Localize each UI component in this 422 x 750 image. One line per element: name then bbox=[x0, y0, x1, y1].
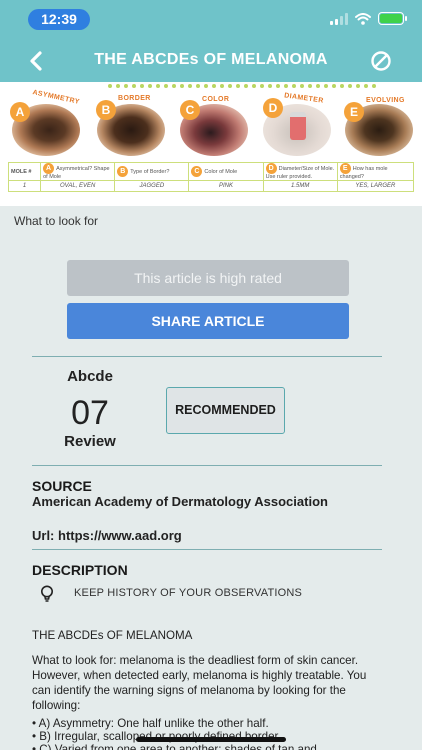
table-value-d: 1.5MM bbox=[262, 180, 338, 192]
letter-a-mini: A bbox=[43, 163, 55, 174]
eraser-scale-icon bbox=[290, 112, 306, 140]
table-value-b: JAGGED bbox=[114, 180, 190, 192]
label-evolving: EVOLVING bbox=[366, 97, 405, 104]
label-color: COLOR bbox=[202, 96, 230, 103]
share-article-button[interactable]: SHARE ARTICLE bbox=[67, 303, 349, 339]
label-asymmetry: ASYMMETRY bbox=[31, 89, 81, 106]
table-row-num: 1 bbox=[7, 180, 42, 192]
home-indicator bbox=[136, 737, 286, 742]
table-head-mole: MOLE # bbox=[7, 162, 42, 181]
lightbulb-icon bbox=[41, 585, 53, 602]
status-icons bbox=[330, 12, 407, 25]
image-caption: What to look for bbox=[14, 214, 99, 228]
table-value-e: YES, LARGER bbox=[336, 180, 415, 192]
divider bbox=[32, 356, 382, 357]
high-rated-button[interactable]: This article is high rated bbox=[67, 260, 349, 296]
source-heading: SOURCE bbox=[32, 478, 92, 494]
chevron-left-icon[interactable] bbox=[26, 50, 48, 72]
nav-bar: THE ABCDEs OF MELANOMA bbox=[0, 42, 422, 80]
table-value-c: PINK bbox=[188, 180, 264, 192]
letter-badge-e: E bbox=[344, 102, 364, 122]
label-border: BORDER bbox=[118, 95, 151, 102]
source-url[interactable]: Url: https://www.aad.org bbox=[32, 528, 362, 544]
keep-history-link[interactable]: KEEP HISTORY OF YOUR OBSERVATIONS bbox=[74, 587, 302, 599]
letter-badge-b: B bbox=[96, 100, 116, 120]
review-label-bottom: Review bbox=[64, 433, 116, 450]
label-diameter: DIAMETER bbox=[283, 92, 325, 105]
source-org: American Academy of Dermatology Associat… bbox=[32, 494, 328, 509]
review-label-top: Abcde bbox=[67, 368, 113, 385]
review-count: 07 bbox=[71, 394, 109, 432]
app-header: 12:39 THE ABCDEs OF MELANOMA bbox=[0, 0, 422, 82]
status-time: 12:39 bbox=[28, 9, 90, 30]
table-cell-b: Type of Border? bbox=[130, 168, 170, 175]
letter-d-mini: D bbox=[265, 163, 277, 174]
divider bbox=[32, 465, 382, 466]
letter-badge-c: C bbox=[180, 100, 200, 120]
wifi-icon bbox=[355, 12, 371, 25]
letter-c-mini: C bbox=[191, 166, 203, 177]
article-paragraph: What to look for: melanoma is the deadli… bbox=[32, 654, 367, 712]
decorative-dots bbox=[108, 84, 376, 88]
mole-tracking-table: MOLE # A Asymmetrical? Shape of Mole B Typ… bbox=[7, 162, 415, 192]
letter-b-mini: B bbox=[117, 166, 129, 177]
letter-badge-d: D bbox=[263, 98, 283, 118]
signal-icon bbox=[330, 12, 348, 25]
article-title: THE ABCDEs OF MELANOMA bbox=[32, 629, 193, 642]
block-icon[interactable] bbox=[370, 50, 392, 72]
recommended-button[interactable]: RECOMMENDED bbox=[166, 387, 285, 434]
article-list-item: • C) Varied from one area to another; sh… bbox=[32, 743, 317, 750]
status-bar: 12:39 bbox=[0, 9, 422, 31]
divider bbox=[32, 549, 382, 550]
abcde-illustration: A B C D E ASYMMETRY BORDER COLOR DIAMETE… bbox=[0, 82, 422, 206]
letter-badge-a: A bbox=[10, 102, 30, 122]
page-title: THE ABCDEs OF MELANOMA bbox=[94, 51, 328, 68]
battery-icon bbox=[378, 12, 407, 25]
table-value-a: OVAL, EVEN bbox=[40, 180, 116, 192]
table-cell-c: Color of Mole bbox=[204, 168, 238, 175]
letter-e-mini: E bbox=[339, 163, 351, 174]
description-heading: DESCRIPTION bbox=[32, 562, 128, 578]
